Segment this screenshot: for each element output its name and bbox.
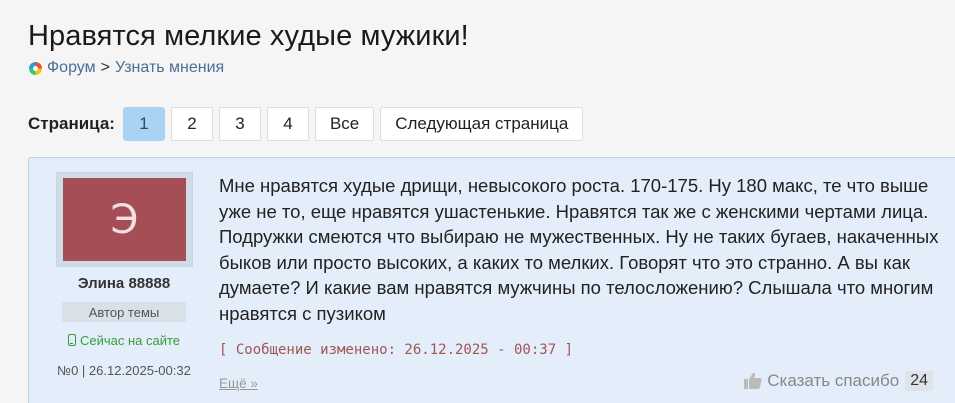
breadcrumb-section-link[interactable]: Узнать мнения (115, 59, 224, 77)
author-badge: Автор темы (62, 302, 186, 322)
page-title: Нравятся мелкие худые мужики! (28, 20, 469, 52)
next-page-button[interactable]: Следующая страница (380, 107, 584, 141)
forum-logo-icon (29, 61, 42, 75)
page-button-4[interactable]: 4 (266, 107, 309, 141)
thumbs-up-icon (744, 372, 762, 389)
post-meta: №0 | 26.12.2025-00:32 (57, 363, 191, 378)
thanks-count: 24 (905, 371, 933, 391)
edited-notice: [ Сообщение изменено: 26.12.2025 - 00:37… (219, 342, 574, 358)
pagination: Страница: 1 2 3 4 Все Следующая страница (28, 107, 589, 141)
thanks-label: Сказать спасибо (767, 371, 900, 390)
forum-post: Э Элина 88888 Автор темы Сейчас на сайте… (28, 157, 955, 403)
phone-icon (67, 334, 76, 346)
avatar[interactable]: Э (63, 178, 186, 261)
post-text: Мне нравятся худые дрищи, невысокого рос… (219, 175, 939, 324)
author-name[interactable]: Элина 88888 (29, 275, 219, 292)
breadcrumb-separator: > (100, 59, 110, 76)
breadcrumb-forum-link[interactable]: Форум (47, 59, 96, 77)
avatar-frame[interactable]: Э (56, 172, 193, 267)
pagination-label: Страница: (28, 114, 115, 133)
more-link[interactable]: Ещё » (219, 376, 258, 391)
thanks-button[interactable]: Сказать спасибо 24 (743, 371, 933, 391)
breadcrumb: Форум > Узнать мнения (29, 59, 224, 77)
page-button-3[interactable]: 3 (218, 107, 261, 141)
page-button-1[interactable]: 1 (122, 107, 165, 141)
online-status-text: Сейчас на сайте (79, 333, 181, 348)
page-button-2[interactable]: 2 (170, 107, 213, 141)
online-status: Сейчас на сайте (29, 333, 219, 348)
page-button-all[interactable]: Все (314, 107, 375, 141)
